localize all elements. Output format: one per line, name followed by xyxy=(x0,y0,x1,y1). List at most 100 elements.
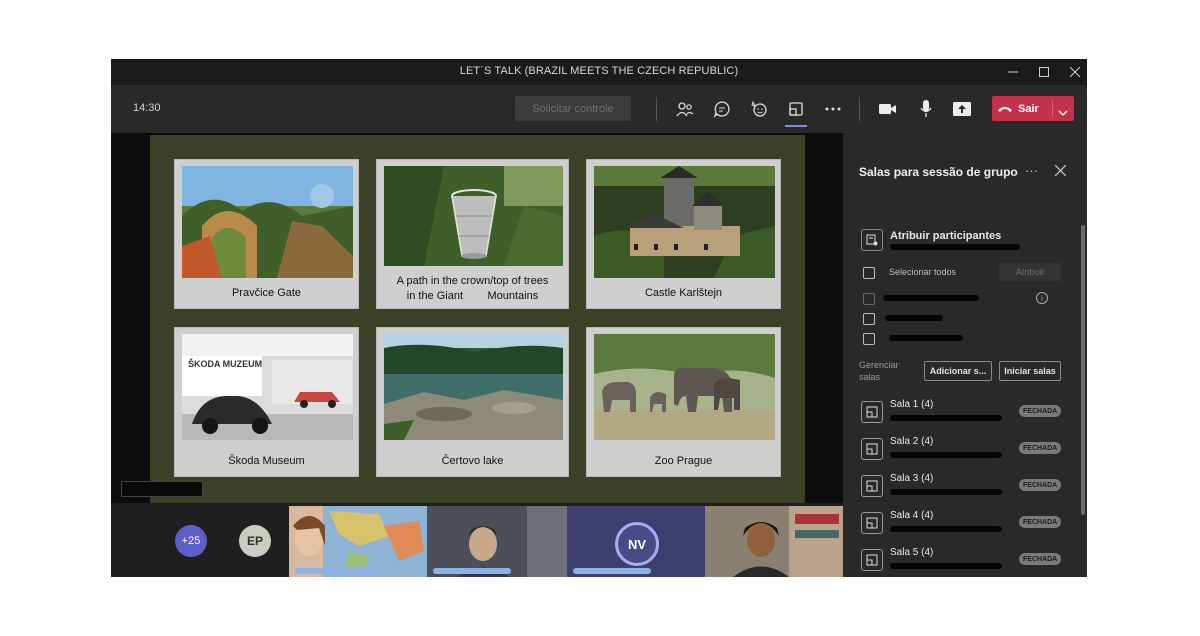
room-name: Sala 2 (4) xyxy=(890,436,934,447)
panel-more-icon[interactable]: ··· xyxy=(1025,163,1038,178)
room-icon xyxy=(861,549,883,571)
room-status-badge: FECHADA xyxy=(1019,553,1062,565)
participant-checkbox[interactable] xyxy=(863,313,875,325)
participant-checkbox[interactable] xyxy=(863,333,875,345)
participant-video-tile[interactable] xyxy=(427,506,567,577)
assign-button[interactable]: Atribuir xyxy=(999,263,1061,281)
room-item-3[interactable]: Sala 3 (4) FECHADA xyxy=(861,473,1071,503)
redacted-members xyxy=(890,415,1002,421)
castle-karlstejn-photo xyxy=(594,166,775,278)
participant-name-tag xyxy=(433,568,511,574)
photo-card-certovo-lake: Čertovo lake xyxy=(376,327,569,477)
photo-card-skoda-museum: ŠKODA MUZEUM Škoda Museum xyxy=(174,327,359,477)
room-icon xyxy=(861,438,883,460)
select-all-checkbox[interactable] xyxy=(863,267,875,279)
caption-treetop-line1: A path in the crown/top of trees xyxy=(396,275,549,287)
presenter-name-tag xyxy=(121,481,203,497)
room-name: Sala 3 (4) xyxy=(890,473,934,484)
participant-video-tile[interactable] xyxy=(705,506,843,577)
presentation-slide: Pravčice Gate A path in the crown/top of… xyxy=(150,135,805,503)
more-participants-badge[interactable]: +25 xyxy=(175,525,207,557)
mic-icon[interactable] xyxy=(913,97,939,121)
skoda-museum-photo: ŠKODA MUZEUM xyxy=(182,334,353,440)
participant-video-man xyxy=(427,506,567,577)
active-tab-indicator xyxy=(785,125,807,127)
select-all-label: Selecionar todos xyxy=(889,267,957,277)
room-item-5[interactable]: Sala 5 (4) FECHADA xyxy=(861,547,1071,577)
redacted-participant-name xyxy=(889,335,963,341)
caption-skoda-museum: Škoda Museum xyxy=(228,455,305,467)
participant-video-woman xyxy=(705,506,843,577)
redacted-participant-name xyxy=(885,315,943,321)
leave-label: Sair xyxy=(1018,102,1039,115)
request-control-button[interactable]: Solicitar controle xyxy=(515,96,631,121)
room-item-4[interactable]: Sala 4 (4) FECHADA xyxy=(861,510,1071,540)
assign-participants-icon[interactable] xyxy=(861,229,883,251)
start-rooms-button[interactable]: Iniciar salas xyxy=(999,361,1061,381)
room-icon xyxy=(861,475,883,497)
room-item-1[interactable]: Sala 1 (4) FECHADA xyxy=(861,399,1071,429)
certovo-lake-photo xyxy=(384,334,563,440)
hang-up-icon xyxy=(992,105,1018,113)
room-status-badge: FECHADA xyxy=(1019,442,1062,454)
redacted-members xyxy=(890,489,1002,495)
teams-meeting-window: LET´S TALK (BRAZIL MEETS THE CZECH REPUB… xyxy=(111,59,1087,577)
participant-tile-nv[interactable]: NV xyxy=(567,506,705,577)
participants-strip: +25 EP NV xyxy=(111,503,843,577)
redacted-text xyxy=(890,244,1020,250)
chevron-down-icon[interactable] xyxy=(1058,103,1068,121)
room-name: Sala 4 (4) xyxy=(890,510,934,521)
photo-card-pravcice-gate: Pravčice Gate xyxy=(174,159,359,309)
participant-name-tag xyxy=(295,568,381,574)
room-item-2[interactable]: Sala 2 (4) FECHADA xyxy=(861,436,1071,466)
breakout-rooms-icon[interactable] xyxy=(783,97,809,121)
camera-icon[interactable] xyxy=(875,97,901,121)
photo-card-castle-karlstejn: Castle Karlštejn xyxy=(586,159,781,309)
maximize-icon[interactable] xyxy=(1029,61,1059,83)
chat-icon[interactable] xyxy=(709,97,735,121)
zoo-prague-photo xyxy=(594,334,775,440)
minimize-icon[interactable] xyxy=(998,61,1028,83)
caption-pravcice-gate: Pravčice Gate xyxy=(231,287,302,299)
redacted-participant-name xyxy=(883,295,979,301)
room-name: Sala 1 (4) xyxy=(890,399,934,410)
toolbar-divider xyxy=(859,97,860,121)
info-icon[interactable]: i xyxy=(1036,292,1048,304)
breakout-rooms-panel: Salas para sessão de grupo ··· Atribuir … xyxy=(843,133,1087,577)
photo-card-zoo-prague: Zoo Prague xyxy=(586,327,781,477)
panel-close-icon[interactable] xyxy=(1054,163,1067,181)
room-icon xyxy=(861,401,883,423)
window-title: LET´S TALK (BRAZIL MEETS THE CZECH REPUB… xyxy=(459,65,739,77)
people-icon[interactable] xyxy=(672,97,698,121)
more-icon[interactable] xyxy=(820,97,846,121)
panel-title: Salas para sessão de grupo xyxy=(859,165,1018,179)
participant-video-tile[interactable] xyxy=(289,506,427,577)
participant-checkbox[interactable] xyxy=(863,293,875,305)
participant-name-tag xyxy=(573,568,651,574)
close-icon[interactable] xyxy=(1060,61,1087,83)
caption-castle-karlstejn: Castle Karlštejn xyxy=(644,287,723,299)
manage-rooms-label: Gerenciar salas xyxy=(859,360,899,382)
title-bar: LET´S TALK (BRAZIL MEETS THE CZECH REPUB… xyxy=(111,59,1087,85)
leave-button[interactable]: Sair xyxy=(992,96,1074,121)
redacted-members xyxy=(890,563,1002,569)
room-status-badge: FECHADA xyxy=(1019,516,1062,528)
shared-screen: Pravčice Gate A path in the crown/top of… xyxy=(111,133,843,503)
assign-participants-title[interactable]: Atribuir participantes xyxy=(890,230,1001,242)
reactions-icon[interactable] xyxy=(746,97,772,121)
redacted-members xyxy=(890,452,1002,458)
add-room-button[interactable]: Adicionar s... xyxy=(924,361,992,381)
share-icon[interactable] xyxy=(949,97,975,121)
toolbar-divider xyxy=(656,97,657,121)
leave-divider xyxy=(1052,101,1053,116)
meeting-toolbar: 14:30 Solicitar controle Sair xyxy=(111,85,1087,133)
skoda-muzeum-sign: ŠKODA MUZEUM xyxy=(188,358,262,369)
room-name: Sala 5 (4) xyxy=(890,547,934,558)
panel-scrollbar[interactable] xyxy=(1081,225,1085,515)
redacted-members xyxy=(890,526,1002,532)
participant-avatar-ep[interactable]: EP xyxy=(239,525,271,557)
meeting-time: 14:30 xyxy=(133,102,161,114)
room-status-badge: FECHADA xyxy=(1019,405,1062,417)
treetop-path-photo xyxy=(384,166,563,266)
caption-treetop-line2: in the Giant Mountains xyxy=(406,290,539,302)
